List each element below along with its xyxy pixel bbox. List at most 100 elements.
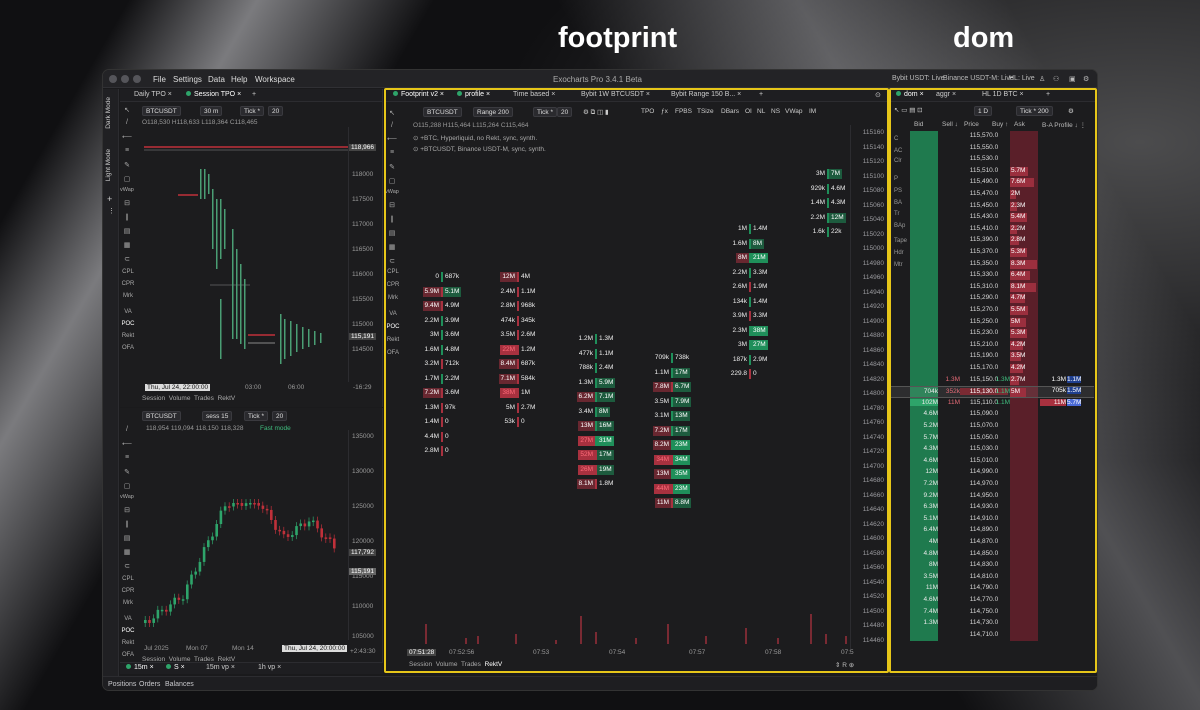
layout-tab-15m-vp[interactable]: 15m vp × (206, 664, 235, 674)
tick-select[interactable]: Tick * (240, 106, 265, 116)
candle-body (328, 537, 332, 539)
tab-session[interactable]: Session (142, 395, 165, 402)
hline-tool-icon[interactable]: ≡ (122, 147, 132, 154)
menu-workspace[interactable]: Workspace (255, 75, 295, 84)
line-tool-icon[interactable]: / (122, 426, 132, 433)
more-icon[interactable]: ⋮ (108, 207, 115, 215)
cpl-tool[interactable]: CPL (120, 269, 136, 275)
va-tool[interactable]: VA (120, 616, 136, 622)
menu-file[interactable]: File (153, 75, 166, 84)
layout-tab-s[interactable]: S × (166, 664, 185, 674)
tick-value[interactable]: 20 (272, 411, 288, 421)
line-tool-icon[interactable]: / (122, 119, 132, 126)
layout-tab-1h-vp[interactable]: 1h vp × (258, 664, 281, 674)
rect-tool-icon[interactable]: ▢ (122, 175, 132, 183)
rekt-tool[interactable]: Rekt (120, 333, 136, 339)
candle-price-tag-a: 117,792 (349, 549, 377, 556)
symbol-select[interactable]: BTCUSDT (142, 411, 181, 421)
tick-select[interactable]: Tick * (244, 411, 269, 421)
fib-tool-icon[interactable]: ⊟ (122, 506, 132, 514)
session-select[interactable]: sess 15 (202, 411, 233, 421)
candle-body (152, 618, 155, 623)
pencil-tool-icon[interactable]: ✎ (122, 468, 132, 476)
mrk-tool[interactable]: Mrk (120, 293, 136, 299)
vwap-tool[interactable]: vWap (120, 187, 134, 193)
pencil-tool-icon[interactable]: ✎ (122, 161, 132, 169)
tab-session-tpo[interactable]: Session TPO × (186, 91, 241, 101)
tab-volume[interactable]: Volume (169, 395, 191, 402)
tab-rektv[interactable]: RektV (218, 395, 236, 402)
brush-tool-icon[interactable]: ∥ (122, 213, 132, 221)
people-icon[interactable]: ⚇ (1053, 75, 1059, 83)
poc-tool[interactable]: POC (120, 628, 136, 634)
candle-pane: BTCUSDT sess 15 Tick * 20 118,954 119,09… (120, 408, 383, 670)
tick-value[interactable]: 20 (268, 106, 284, 116)
rekt-tool[interactable]: Rekt (120, 640, 136, 646)
candle-body (299, 523, 302, 527)
magnet-tool-icon[interactable]: ⊂ (122, 255, 132, 263)
balances-tab[interactable]: Balances (165, 681, 194, 688)
user-icon[interactable]: ♙ (1039, 75, 1045, 83)
dark-mode-toggle[interactable]: Dark Mode (105, 97, 112, 129)
tpo-y-tick: 115500 (352, 296, 374, 303)
menu-settings[interactable]: Settings (173, 75, 202, 84)
ray-tool-icon[interactable]: ⟵ (122, 440, 132, 448)
grid-tool-icon[interactable]: ▦ (122, 548, 132, 556)
candle-body (312, 520, 315, 523)
box-tool-icon[interactable]: ▤ (122, 534, 132, 542)
close-dot[interactable] (109, 75, 117, 83)
account-bar: Positions Orders Balances (103, 676, 1097, 690)
cpl-tool[interactable]: CPL (120, 576, 136, 582)
settings-icon[interactable]: ⚙ (1083, 75, 1089, 83)
status-hl: HL: Live (1009, 75, 1035, 82)
tpo-chart[interactable] (140, 129, 350, 379)
cursor-tool-icon[interactable]: ↖ (122, 106, 132, 114)
box-tool-icon[interactable]: ▤ (122, 227, 132, 235)
timeframe-select[interactable]: 30 m (200, 106, 223, 116)
menu-help[interactable]: Help (231, 75, 247, 84)
menu-data[interactable]: Data (208, 75, 225, 84)
tpo-x-tick: 03:00 (245, 384, 262, 391)
hline-tool-icon[interactable]: ≡ (122, 454, 132, 461)
fib-tool-icon[interactable]: ⊟ (122, 199, 132, 207)
minimize-dot[interactable] (121, 75, 129, 83)
brush-tool-icon[interactable]: ∥ (122, 520, 132, 528)
tpo-y-tick: 115000 (352, 321, 374, 328)
tpo-col-7 (224, 209, 226, 249)
candle-body (194, 571, 197, 575)
tab-trades[interactable]: Trades (194, 395, 214, 402)
cpr-tool[interactable]: CPR (120, 281, 136, 287)
cpr-tool[interactable]: CPR (120, 588, 136, 594)
vwap-tool[interactable]: vWap (120, 494, 134, 500)
candle-body (181, 599, 185, 601)
dom-highlight (889, 88, 1097, 673)
positions-tab[interactable]: Positions (108, 681, 136, 688)
orders-tab[interactable]: Orders (139, 681, 160, 688)
mrk-tool[interactable]: Mrk (120, 600, 136, 606)
tpo-col-19 (314, 331, 316, 345)
magnet-tool-icon[interactable]: ⊂ (122, 562, 132, 570)
layout-tab-15m[interactable]: 15m × (126, 664, 154, 674)
va-tool[interactable]: VA (120, 309, 136, 315)
candle-y-tick: 120000 (352, 538, 374, 545)
candle-body (177, 597, 181, 600)
poc-tool[interactable]: POC (120, 321, 136, 327)
candlestick-chart[interactable] (140, 433, 348, 643)
fast-mode-label: Fast mode (260, 425, 291, 432)
zoom-dot[interactable] (133, 75, 141, 83)
layout-icon[interactable]: ▣ (1069, 75, 1076, 83)
ray-tool-icon[interactable]: ⟵ (122, 133, 132, 141)
candle-body (253, 503, 256, 505)
tpo-y-axis[interactable] (348, 127, 382, 382)
light-mode-toggle[interactable]: Light Mode (105, 149, 112, 181)
candle-body (286, 534, 290, 537)
tab-daily-tpo[interactable]: Daily TPO × (134, 91, 172, 101)
ofa-tool[interactable]: OFA (120, 345, 136, 351)
symbol-select[interactable]: BTCUSDT (142, 106, 181, 116)
ofa-tool[interactable]: OFA (120, 652, 136, 658)
add-icon[interactable]: + (107, 194, 112, 204)
rect-tool-icon[interactable]: ▢ (122, 482, 132, 490)
candle-y-tick: 135000 (352, 433, 374, 440)
grid-tool-icon[interactable]: ▦ (122, 241, 132, 249)
add-tab-button[interactable]: + (252, 91, 256, 101)
